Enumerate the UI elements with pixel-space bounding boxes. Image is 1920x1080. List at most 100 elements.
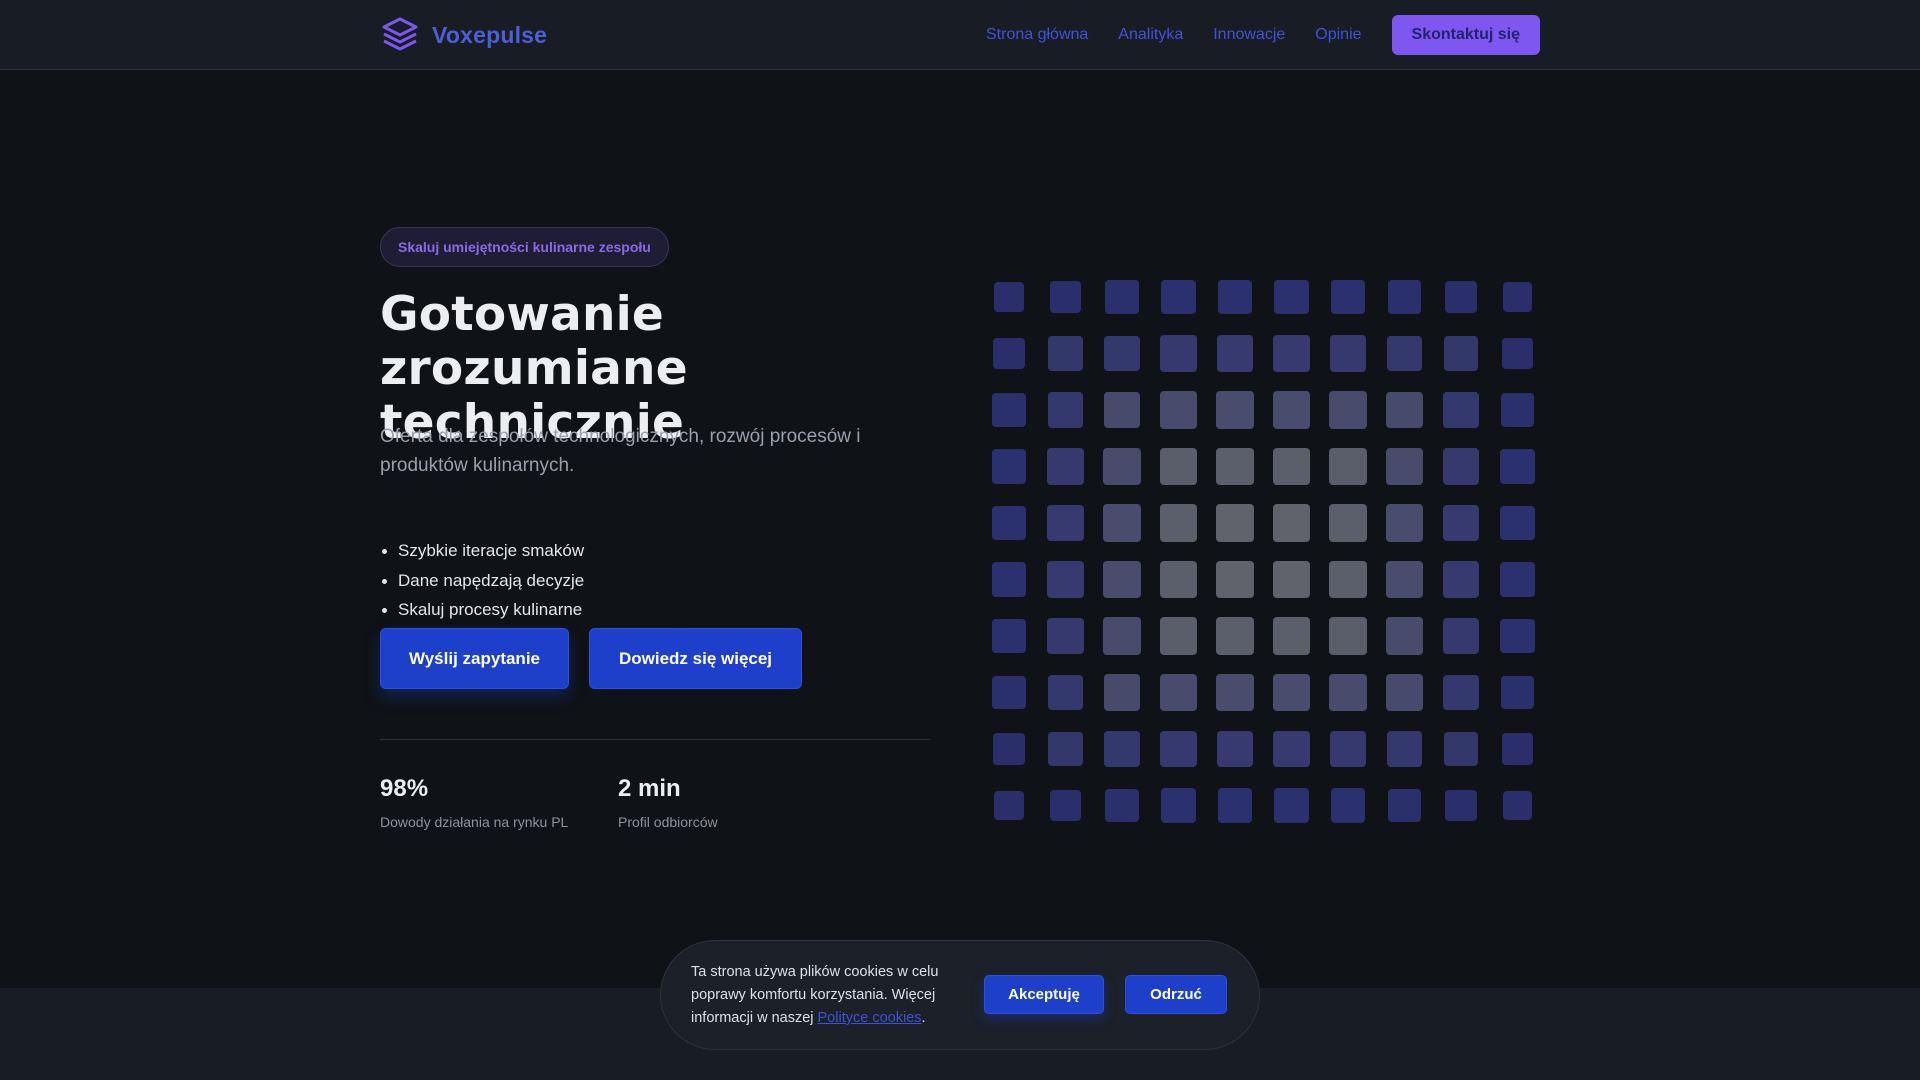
grid-tile: [1500, 675, 1535, 710]
grid-tile: [1385, 617, 1424, 655]
grid-tile: [1500, 393, 1535, 427]
grid-tile: [1387, 280, 1422, 314]
grid-tile: [1385, 447, 1424, 486]
grid-tile: [1442, 448, 1480, 485]
feature-list: Szybkie iteracje smaków Dane napędzają d…: [380, 536, 584, 625]
feature-item: Dane napędzają decyzje: [380, 566, 584, 596]
hero-badge: Skaluj umiejętności kulinarne zespołu: [380, 227, 669, 267]
site-header: Voxepulse Strona główna Analityka Innowa…: [0, 0, 1920, 70]
hero-subtitle: Oferta dla zespołów technologicznych, ro…: [380, 426, 861, 476]
grid-tile: [1443, 392, 1479, 428]
nav-link-analytics[interactable]: Analityka: [1118, 26, 1183, 44]
grid-tile: [992, 675, 1026, 710]
grid-tile: [1330, 279, 1366, 315]
grid-tile: [1502, 282, 1533, 312]
grid-tile: [1501, 733, 1534, 765]
cookie-accept-button[interactable]: Akceptuję: [984, 975, 1104, 1014]
grid-tile: [1047, 561, 1084, 598]
main-nav: Strona główna Analityka Innowacje Opinie…: [986, 15, 1540, 55]
grid-tile: [1386, 335, 1423, 372]
feature-item: Szybkie iteracje smaków: [380, 536, 584, 566]
grid-tile: [1386, 674, 1423, 711]
grid-tile: [1272, 560, 1311, 599]
grid-tile: [1272, 617, 1311, 655]
grid-tile: [1385, 504, 1424, 542]
cookie-text: Ta strona używa plików cookies w celu po…: [691, 961, 971, 1030]
cookie-banner: Ta strona używa plików cookies w celu po…: [660, 940, 1260, 1050]
grid-tile: [1443, 336, 1479, 371]
grid-tile: [1500, 505, 1535, 541]
grid-tile: [1103, 560, 1141, 599]
grid-tile: [1047, 674, 1084, 711]
stat-audience-profile: 2 min Profil odbiorców: [618, 774, 718, 830]
stat-value: 2 min: [618, 775, 681, 802]
grid-tile: [1386, 731, 1423, 767]
grid-tile: [1105, 788, 1139, 823]
grid-tile: [1105, 280, 1139, 314]
grid-tile: [1442, 561, 1480, 598]
grid-tile: [1047, 617, 1084, 655]
grid-tile: [1159, 504, 1198, 542]
grid-tile: [1161, 788, 1196, 823]
grid-tile: [1103, 447, 1141, 486]
grid-tile: [1049, 789, 1082, 822]
grid-tile: [1216, 391, 1254, 429]
brand[interactable]: Voxepulse: [380, 14, 547, 56]
grid-tile: [1104, 731, 1140, 767]
nav-link-innovations[interactable]: Innowacje: [1213, 26, 1285, 44]
grid-tile: [1159, 391, 1198, 429]
grid-tile: [1103, 674, 1141, 711]
nav-link-home[interactable]: Strona główna: [986, 26, 1088, 44]
grid-tile: [1329, 560, 1367, 599]
grid-tile: [1047, 504, 1084, 542]
grid-tile: [1273, 730, 1310, 768]
grid-tile: [1442, 504, 1480, 542]
grid-tile: [1161, 279, 1196, 315]
nav-link-reviews[interactable]: Opinie: [1315, 26, 1361, 44]
grid-tile: [1500, 449, 1535, 484]
decorative-tile-grid: [990, 278, 1540, 823]
stats-divider: [380, 739, 930, 740]
grid-tile: [991, 562, 1027, 597]
grid-tile: [1217, 279, 1253, 315]
cookie-policy-link[interactable]: Polityce cookies: [818, 1010, 922, 1026]
send-inquiry-button[interactable]: Wyślij zapytanie: [380, 628, 569, 689]
grid-tile: [991, 449, 1027, 484]
grid-tile: [1443, 674, 1479, 711]
grid-tile: [1274, 788, 1309, 823]
grid-tile: [1272, 391, 1311, 429]
cookie-reject-button[interactable]: Odrzuć: [1125, 975, 1227, 1014]
grid-tile: [993, 337, 1025, 370]
grid-tile: [1048, 731, 1083, 767]
grid-tile: [1386, 391, 1423, 429]
grid-tile: [1216, 617, 1254, 655]
feature-item: Skaluj procesy kulinarne: [380, 595, 584, 625]
grid-tile: [1103, 391, 1141, 429]
grid-tile: [1445, 789, 1477, 822]
grid-tile: [1445, 281, 1477, 313]
grid-tile: [1159, 617, 1198, 655]
grid-tile: [991, 505, 1027, 541]
grid-tile: [1047, 392, 1084, 428]
stat-market-proof: 98% Dowody działania na rynku PL: [380, 774, 568, 830]
grid-tile: [1159, 447, 1198, 486]
learn-more-button[interactable]: Dowiedz się więcej: [589, 628, 802, 689]
grid-tile: [1159, 560, 1198, 599]
grid-tile: [994, 790, 1024, 821]
grid-tile: [1216, 673, 1254, 712]
grid-tile: [1159, 673, 1198, 712]
grid-tile: [1273, 335, 1310, 372]
grid-tile: [1329, 504, 1367, 542]
stat-label: Profil odbiorców: [618, 814, 718, 830]
grid-tile: [1216, 560, 1254, 599]
layers-icon: [382, 17, 418, 51]
grid-tile: [1216, 730, 1254, 768]
grid-tile: [994, 282, 1024, 312]
contact-button[interactable]: Skontaktuj się: [1391, 15, 1540, 55]
grid-tile: [1329, 391, 1367, 429]
grid-tile: [1329, 730, 1367, 768]
grid-tile: [1443, 731, 1479, 767]
stat-value: 98%: [380, 775, 429, 802]
grid-tile: [1329, 673, 1367, 712]
grid-tile: [1329, 335, 1367, 372]
